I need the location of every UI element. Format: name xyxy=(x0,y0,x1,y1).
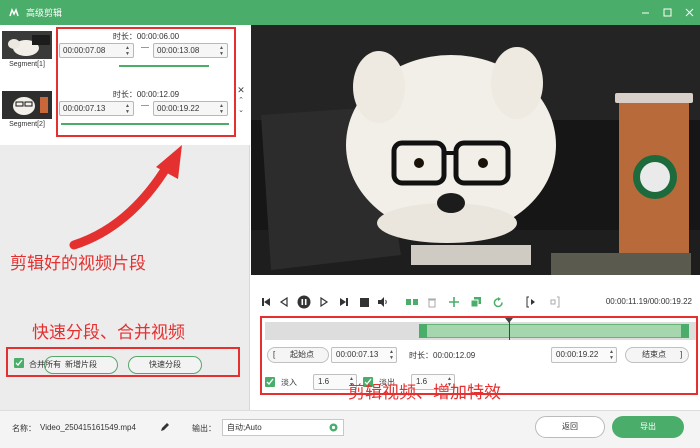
app-logo-icon xyxy=(9,7,19,16)
delete-icon xyxy=(428,298,436,307)
annotation-split-text: 快速分段、合并视频 xyxy=(32,323,185,343)
export-button[interactable]: 导出 xyxy=(612,416,684,438)
next-icon xyxy=(340,298,348,306)
segment-thumbnail[interactable]: Segment[2] xyxy=(2,91,52,129)
step-forward-button[interactable] xyxy=(317,295,331,309)
video-frame xyxy=(251,25,700,275)
copy-icon xyxy=(471,297,481,307)
pause-icon xyxy=(297,295,311,309)
chevron-down-icon[interactable]: ⌄ xyxy=(236,106,246,116)
window-title: 高级剪辑 xyxy=(26,8,63,18)
segment-thumbnail-image xyxy=(2,31,52,59)
segment-thumbnail[interactable]: Segment[1] xyxy=(2,31,52,69)
volume-button[interactable] xyxy=(375,295,389,309)
volume-icon xyxy=(377,297,387,307)
output-label: 输出： xyxy=(192,424,216,433)
mark-in-button[interactable] xyxy=(525,295,539,309)
stop-button[interactable] xyxy=(357,295,371,309)
playback-controls: 00:00:11.19/00:00:19.22 xyxy=(251,293,700,311)
add-icon xyxy=(449,297,459,307)
mark-out-icon xyxy=(550,296,560,308)
playback-timecode: 00:00:11.19/00:00:19.22 xyxy=(605,297,692,306)
back-button[interactable]: 返回 xyxy=(535,416,605,438)
maximize-icon xyxy=(663,8,671,17)
annotation-arrow-icon xyxy=(69,145,182,250)
mark-in-icon xyxy=(526,296,535,308)
merge-all-label: 合并所有 xyxy=(29,360,61,369)
delete-button[interactable] xyxy=(425,295,439,309)
rotate-icon xyxy=(493,296,503,307)
segment-name: Segment[1] xyxy=(9,61,45,68)
go-start-button[interactable] xyxy=(259,295,273,309)
add-button[interactable] xyxy=(447,295,461,309)
rotate-button[interactable] xyxy=(491,295,505,309)
merge-all-checkbox[interactable] xyxy=(14,358,24,368)
left-panel: Segment[1] 时长：00:00:06.00 00:00:07.08 ▲ ▼… xyxy=(0,25,250,410)
footer-bar: 名称： Video_250415161549.mp4 输出： 自动;Auto 返… xyxy=(0,410,700,448)
annotation-clips-text: 剪辑好的视频片段 xyxy=(10,254,146,274)
step-forward-icon xyxy=(320,297,329,307)
split-button[interactable] xyxy=(405,295,419,309)
output-select[interactable]: 自动;Auto xyxy=(222,419,344,436)
step-back-button[interactable] xyxy=(277,295,291,309)
split-icon xyxy=(406,299,418,305)
annotation-box-segments xyxy=(56,27,236,137)
file-name: Video_250415161549.mp4 xyxy=(40,423,136,432)
segment-thumbnail-image xyxy=(2,91,52,119)
minimize-button[interactable] xyxy=(634,0,656,25)
quick-split-button[interactable]: 快速分段 xyxy=(128,356,202,374)
stop-icon xyxy=(359,297,369,307)
video-preview[interactable] xyxy=(251,25,700,275)
close-button[interactable] xyxy=(678,0,700,25)
segment-name: Segment[2] xyxy=(9,121,45,128)
check-icon xyxy=(15,359,23,366)
close-icon xyxy=(685,8,693,17)
pause-button[interactable] xyxy=(297,295,311,309)
copy-button[interactable] xyxy=(469,295,483,309)
segment-close-icon[interactable]: ✕ xyxy=(236,85,246,95)
title-bar: 高级剪辑 xyxy=(0,0,700,25)
go-end-button[interactable] xyxy=(337,295,351,309)
minimize-icon xyxy=(641,12,649,14)
chevron-up-icon[interactable]: ⌃ xyxy=(236,96,246,106)
name-label: 名称： xyxy=(12,424,36,433)
mark-out-button[interactable] xyxy=(547,295,561,309)
edit-icon[interactable] xyxy=(160,422,170,432)
gear-icon[interactable] xyxy=(328,422,339,433)
annotation-edit-text: 剪辑视频、增加特效 xyxy=(348,383,501,403)
maximize-button[interactable] xyxy=(656,0,678,25)
step-back-icon xyxy=(279,297,288,307)
prev-icon xyxy=(262,298,270,306)
